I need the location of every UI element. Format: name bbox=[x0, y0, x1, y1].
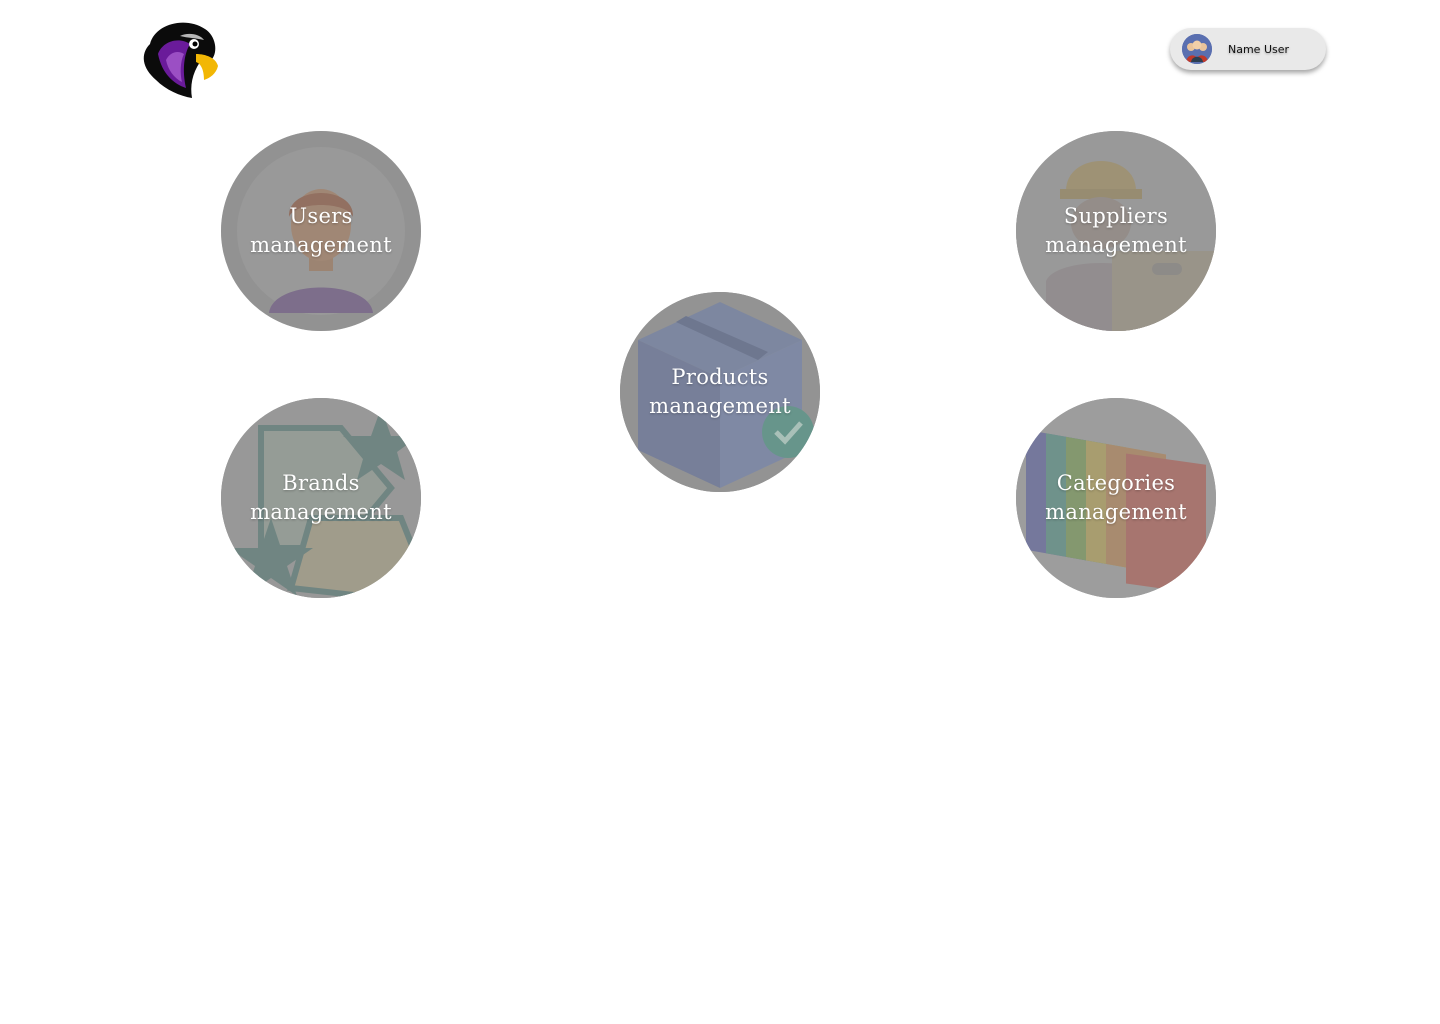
tile-label: Products management bbox=[649, 365, 791, 418]
tile-label: Brands management bbox=[250, 471, 392, 524]
brands-management-tile[interactable]: Brands management bbox=[221, 398, 421, 598]
tile-label: Categories management bbox=[1045, 471, 1187, 524]
users-management-tile[interactable]: Users management bbox=[221, 131, 421, 331]
user-profile-button[interactable]: Name User bbox=[1170, 28, 1326, 70]
categories-management-tile[interactable]: Categories management bbox=[1016, 398, 1216, 598]
tile-label: Suppliers management bbox=[1045, 204, 1187, 257]
suppliers-management-tile[interactable]: Suppliers management bbox=[1016, 131, 1216, 331]
user-name: Name User bbox=[1228, 42, 1290, 56]
eagle-logo bbox=[130, 14, 226, 104]
eagle-head-icon bbox=[143, 22, 218, 99]
users-group-avatar-icon bbox=[1182, 34, 1212, 64]
products-management-tile[interactable]: Products management bbox=[620, 292, 820, 492]
tile-label: Users management bbox=[250, 204, 392, 257]
